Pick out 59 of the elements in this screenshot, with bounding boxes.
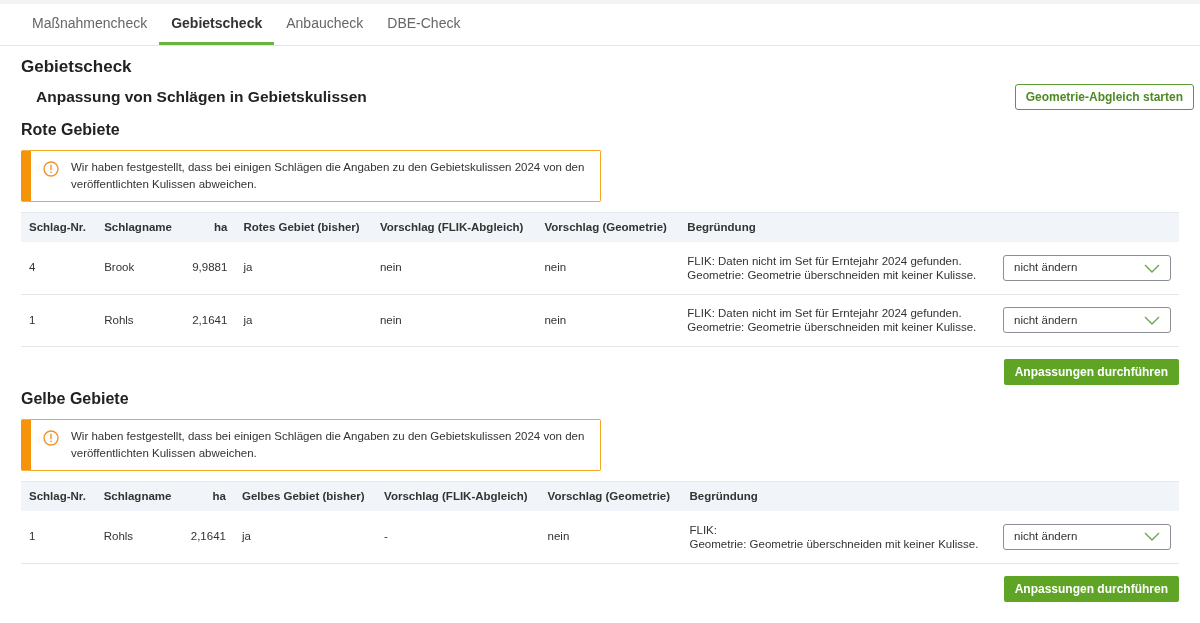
table-cell: 2,1641 [192,313,228,326]
alert-text: Wir haben festgestellt, dass bei einigen Schlägen die Angaben zu den Gebietskulissen 2024 von den veröffentlichten Kulissen abweichen. [71,428,586,461]
action-dropdown[interactable]: nicht ändern [1003,523,1171,550]
table-cell: nein [379,261,402,274]
column-header: Vorschlag (FLIK-Abgleich) [379,221,524,233]
page-title: Gebietscheck [21,56,132,78]
section-title: Rote Gebiete [21,120,120,140]
column-header: Gelbes Gebiet (bisher) [241,489,365,502]
table-cell: 4 [29,261,36,274]
table-cell: nein [544,261,567,274]
table-cell: ja [243,261,253,274]
table-cell: nein [547,530,570,543]
column-header: ha [212,489,226,502]
table-cell: nein [379,313,402,326]
warning-icon [43,161,59,177]
table-cell: 1 [29,313,36,326]
alert-text: Wir haben festgestellt, dass bei einigen Schlägen die Angaben zu den Gebietskulissen 2024 von den veröffentlichten Kulissen abweichen. [71,160,586,192]
table-cell: Brook [104,261,135,274]
column-header: Vorschlag (Geometrie) [547,489,671,502]
column-header: Schlagname [104,221,172,233]
chevron-down-icon [1144,315,1160,325]
reason-text: FLIK: [689,522,717,537]
table-cell: ja [241,530,251,543]
tab[interactable]: Gebietscheck [159,4,275,45]
action-dropdown[interactable]: nicht ändern [1003,307,1171,334]
chevron-down-icon [1144,263,1160,273]
reason-text: FLIK: Daten nicht im Set für Erntejahr 2024 gefunden. [687,254,962,268]
reason-text: Geometrie: Geometrie überschneiden mit keiner Kulisse. [687,320,977,335]
table-cell: Rohls [104,313,134,326]
geometry-button[interactable]: Geometrie-Abgleich starten [1014,84,1194,110]
table-cell: nein [544,313,567,326]
column-header: ha [213,221,228,233]
column-header: Schlag-Nr. [29,221,86,233]
table-cell: 1 [29,530,36,543]
subtitle: Anpassung von Schlägen in Gebietskulissen [36,87,367,108]
apply-button[interactable]: Anpassungen durchführen [1003,575,1179,602]
table-cell: 2,1641 [190,530,226,543]
column-header: Vorschlag (Geometrie) [544,221,667,233]
table-cell: 9,9881 [192,261,228,274]
tab[interactable]: Anbaucheck [274,4,376,45]
table-cell: Rohls [103,530,134,543]
warning-icon [43,429,59,446]
reason-text: Geometrie: Geometrie überschneiden mit keiner Kulisse. [687,268,977,282]
column-header: Schlagname [103,489,172,502]
reason-text: Geometrie: Geometrie überschneiden mit keiner Kulisse. [689,536,979,551]
section-title: Gelbe Gebiete [21,388,129,409]
tab[interactable]: DBE-Check [375,4,473,45]
action-dropdown[interactable]: nicht ändern [1003,255,1171,281]
column-header: Vorschlag (FLIK-Abgleich) [384,489,528,502]
column-header: Begründung [687,221,756,233]
chevron-down-icon [1144,532,1160,542]
column-header: Begründung [689,489,758,502]
tab[interactable]: Maßnahmencheck [20,4,160,45]
apply-button[interactable]: Anpassungen durchführen [1003,358,1179,385]
table-cell: ja [243,313,253,326]
column-header: Rotes Gebiet (bisher) [243,221,360,233]
table-cell: - [384,530,388,543]
reason-text: FLIK: Daten nicht im Set für Erntejahr 2024 gefunden. [687,306,962,321]
column-header: Schlag-Nr. [29,489,86,502]
